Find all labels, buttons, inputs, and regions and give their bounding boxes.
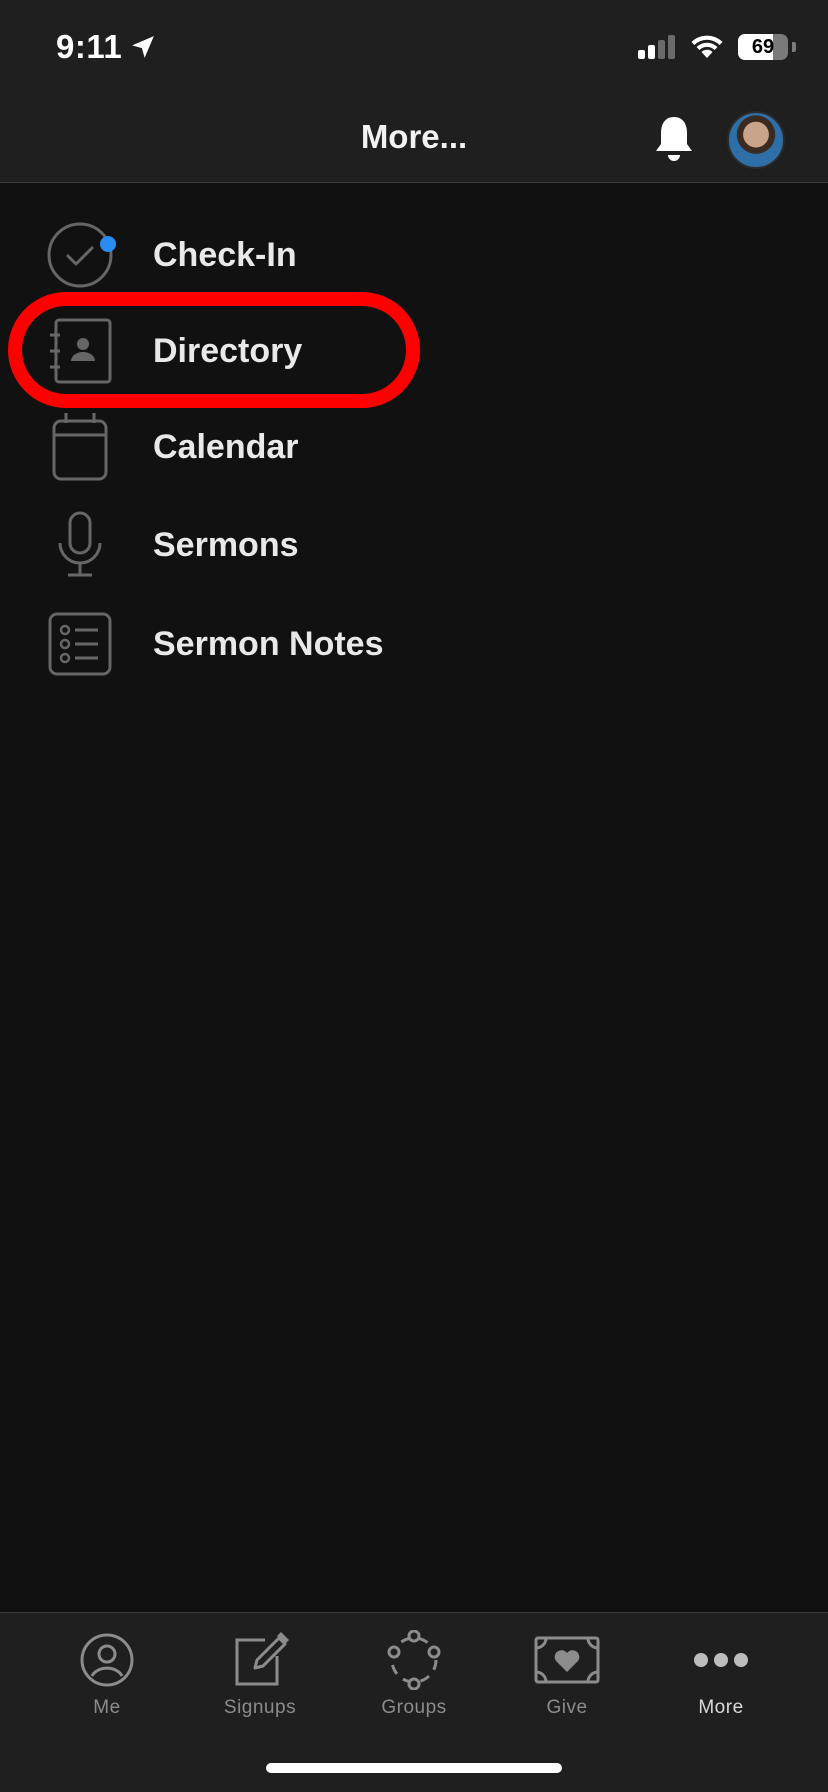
status-icons: 69 <box>638 34 796 60</box>
menu-item-calendar[interactable]: Calendar <box>0 402 828 492</box>
battery-text: 69 <box>751 35 775 58</box>
tab-label: Me <box>93 1697 121 1718</box>
notification-badge <box>100 236 116 252</box>
groups-icon <box>354 1625 474 1695</box>
screen: 9:11 69 More... Check-In Directory Calen… <box>0 0 828 1792</box>
highlight-annotation <box>8 292 420 408</box>
menu-item-label: Calendar <box>153 427 299 466</box>
top-bar: 9:11 69 More... <box>0 0 828 183</box>
more-dots-icon <box>661 1625 781 1695</box>
battery-icon: 69 <box>738 34 796 60</box>
location-arrow-icon <box>132 36 155 58</box>
bell-icon[interactable] <box>652 114 696 164</box>
wifi-icon <box>691 35 723 58</box>
tab-groups[interactable]: Groups <box>354 1625 474 1735</box>
battery-tip <box>792 42 796 52</box>
home-indicator[interactable] <box>266 1763 562 1773</box>
person-circle-icon <box>47 1625 167 1695</box>
battery-body: 69 <box>738 34 788 60</box>
tab-me[interactable]: Me <box>47 1625 167 1735</box>
time-text: 9:11 <box>56 28 123 65</box>
menu-item-sermons[interactable]: Sermons <box>0 500 828 590</box>
page-title: More... <box>360 118 468 155</box>
signal-icon <box>638 35 675 59</box>
list-notes-icon <box>44 608 116 680</box>
tab-label: Groups <box>381 1697 447 1718</box>
status-time: 9:11 <box>56 28 156 66</box>
calendar-icon <box>44 411 116 483</box>
menu-item-label: Sermons <box>153 525 299 564</box>
check-circle-icon <box>44 219 116 291</box>
microphone-icon <box>44 509 116 581</box>
tab-give[interactable]: Give <box>507 1625 627 1735</box>
menu-item-label: Sermon Notes <box>153 624 384 663</box>
tab-label: Signups <box>223 1697 297 1718</box>
menu-item-sermon-notes[interactable]: Sermon Notes <box>0 599 828 689</box>
edit-form-icon <box>200 1625 320 1695</box>
menu-item-check-in[interactable]: Check-In <box>0 210 828 300</box>
tab-label: More <box>698 1697 744 1718</box>
money-heart-icon <box>507 1625 627 1695</box>
tab-label: Give <box>546 1697 588 1718</box>
avatar[interactable] <box>727 111 785 169</box>
menu-item-label: Check-In <box>153 235 297 274</box>
tab-signups[interactable]: Signups <box>200 1625 320 1735</box>
tab-more[interactable]: More <box>661 1625 781 1735</box>
